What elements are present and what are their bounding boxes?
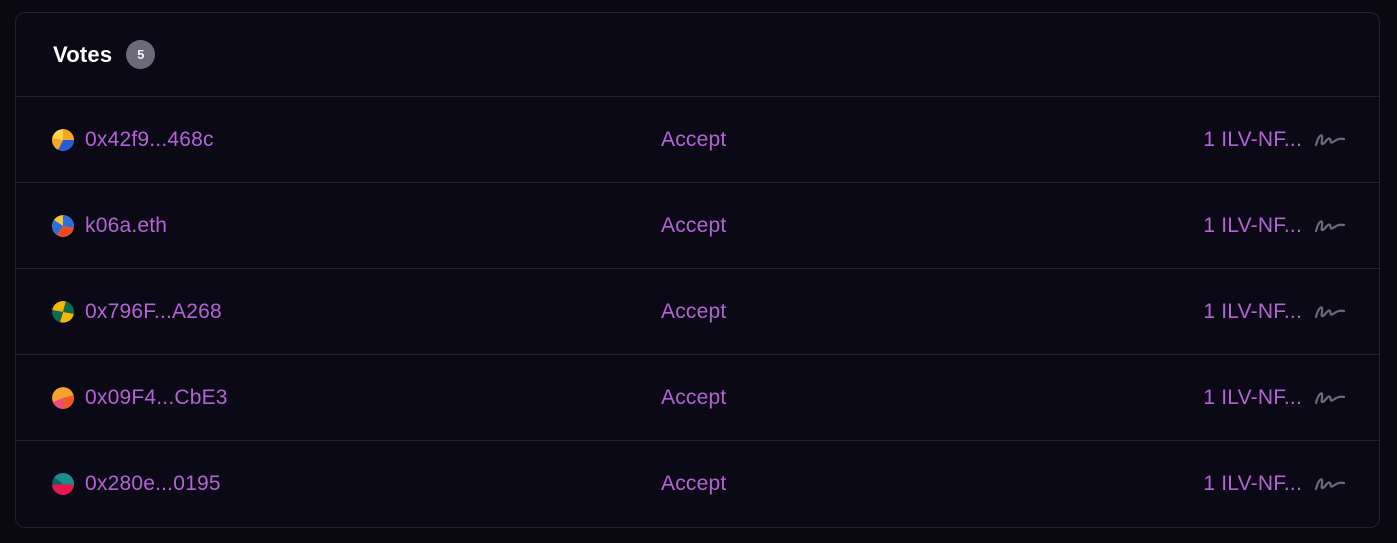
vote-choice: Accept xyxy=(661,127,727,151)
avatar-icon xyxy=(52,214,74,237)
vote-amount: 1 ILV-NF... xyxy=(1203,213,1302,237)
voter-link[interactable]: 0x280e...0195 xyxy=(52,472,221,496)
signature-icon[interactable] xyxy=(1313,301,1347,323)
votes-title: Votes xyxy=(53,41,113,67)
avatar-icon xyxy=(52,300,74,323)
voter-address: 0x09F4...CbE3 xyxy=(85,385,228,409)
voter-link[interactable]: k06a.eth xyxy=(52,214,167,238)
signature-icon[interactable] xyxy=(1313,387,1347,409)
signature-icon[interactable] xyxy=(1313,473,1347,495)
vote-row: k06a.eth Accept 1 ILV-NF... xyxy=(16,183,1379,269)
avatar-icon xyxy=(52,473,74,495)
voter-address: 0x796F...A268 xyxy=(85,299,222,323)
signature-icon[interactable] xyxy=(1313,215,1347,237)
vote-row: 0x42f9...468c Accept 1 ILV-NF... xyxy=(16,97,1379,183)
vote-choice: Accept xyxy=(661,385,727,409)
vote-row: 0x09F4...CbE3 Accept 1 ILV-NF... xyxy=(16,355,1379,441)
vote-choice: Accept xyxy=(661,472,727,495)
signature-icon[interactable] xyxy=(1313,129,1347,151)
voter-address: k06a.eth xyxy=(85,213,168,237)
vote-row: 0x796F...A268 Accept 1 ILV-NF... xyxy=(16,269,1379,355)
vote-amount: 1 ILV-NF... xyxy=(1203,127,1302,151)
voter-link[interactable]: 0x42f9...468c xyxy=(52,128,214,152)
votes-count-badge: 5 xyxy=(126,40,156,69)
votes-header: Votes 5 xyxy=(16,13,1379,97)
votes-card: Votes 5 0x42f9...468c Accept 1 ILV-NF... xyxy=(15,12,1380,528)
avatar-icon xyxy=(52,128,74,151)
vote-amount: 1 ILV-NF... xyxy=(1203,472,1302,495)
vote-choice: Accept xyxy=(661,213,727,237)
voter-address: 0x42f9...468c xyxy=(85,127,214,151)
vote-amount: 1 ILV-NF... xyxy=(1203,385,1302,409)
voter-link[interactable]: 0x796F...A268 xyxy=(52,300,222,324)
vote-amount: 1 ILV-NF... xyxy=(1203,299,1302,323)
voter-link[interactable]: 0x09F4...CbE3 xyxy=(52,386,228,410)
voter-address: 0x280e...0195 xyxy=(85,472,221,495)
vote-row: 0x280e...0195 Accept 1 ILV-NF... xyxy=(16,441,1379,527)
vote-choice: Accept xyxy=(661,299,727,323)
avatar-icon xyxy=(52,386,74,409)
